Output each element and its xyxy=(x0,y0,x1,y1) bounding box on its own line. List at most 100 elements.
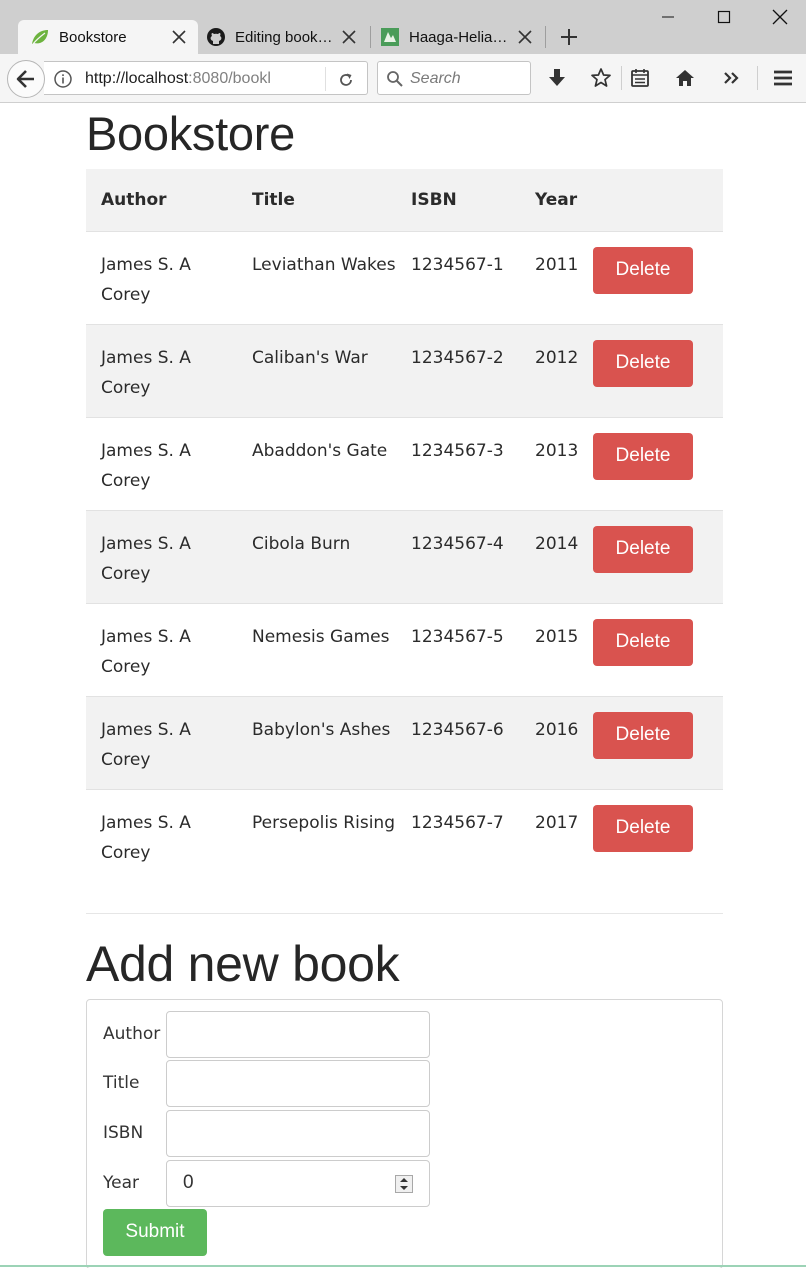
delete-button[interactable]: Delete xyxy=(593,711,693,759)
close-tab-icon[interactable] xyxy=(338,26,360,48)
back-button[interactable] xyxy=(7,60,45,98)
title-input[interactable] xyxy=(166,1059,430,1107)
cell-year: 2015 xyxy=(520,602,593,696)
cell-year: 2017 xyxy=(520,788,593,882)
home-icon xyxy=(676,70,694,86)
year-input[interactable] xyxy=(166,1159,430,1207)
cell-year: 2011 xyxy=(520,230,593,324)
download-icon xyxy=(549,69,565,86)
stepper-down-icon[interactable] xyxy=(400,1185,408,1190)
cell-isbn: 1234567-4 xyxy=(396,509,520,603)
table-row: James S. A Corey Abaddon's Gate 1234567-… xyxy=(86,416,723,510)
author-label: Author xyxy=(103,1023,161,1044)
add-book-heading: Add new book xyxy=(86,935,400,992)
close-icon xyxy=(772,9,788,25)
tab-strip: Bookstore Editing book… Haaga-Helia… xyxy=(0,0,806,54)
year-label: Year xyxy=(103,1172,139,1193)
tab-label: Bookstore xyxy=(59,28,127,46)
search-bar[interactable] xyxy=(377,61,531,95)
info-icon[interactable] xyxy=(53,69,73,89)
books-table: Author Title ISBN Year James S. A Corey … xyxy=(86,169,723,882)
maximize-button[interactable] xyxy=(709,4,739,30)
cell-title: Caliban's War xyxy=(237,323,396,417)
search-icon xyxy=(387,71,403,87)
bookmark-star-button[interactable] xyxy=(589,66,613,90)
cell-title: Babylon's Ashes xyxy=(237,695,396,789)
bookmarks-menu-button[interactable] xyxy=(628,66,652,90)
cell-author: James S. A Corey xyxy=(86,509,237,603)
window-close-button[interactable] xyxy=(765,4,795,30)
cell-action: Delete xyxy=(593,509,723,603)
title-label: Title xyxy=(103,1072,140,1093)
table-row: James S. A Corey Leviathan Wakes 1234567… xyxy=(86,230,723,324)
delete-button[interactable]: Delete xyxy=(593,804,693,852)
search-input[interactable] xyxy=(410,68,526,90)
delete-button[interactable]: Delete xyxy=(593,339,693,387)
cell-title: Cibola Burn xyxy=(237,509,396,603)
year-stepper[interactable] xyxy=(395,1174,413,1193)
cell-action: Delete xyxy=(593,695,723,789)
new-tab-button[interactable] xyxy=(556,24,582,50)
cell-title: Nemesis Games xyxy=(237,602,396,696)
delete-button[interactable]: Delete xyxy=(593,618,693,666)
home-button[interactable] xyxy=(673,66,697,90)
menu-button[interactable] xyxy=(771,66,795,90)
url-divider xyxy=(325,67,326,91)
reload-icon[interactable] xyxy=(336,70,356,90)
form-row-title: Title xyxy=(103,1059,433,1107)
back-arrow-icon xyxy=(16,70,34,88)
table-row: James S. A Corey Cibola Burn 1234567-4 2… xyxy=(86,509,723,603)
cell-isbn: 1234567-5 xyxy=(396,602,520,696)
tab-label: Editing book… xyxy=(235,28,333,46)
toolbar-divider xyxy=(757,66,758,90)
column-header-isbn: ISBN xyxy=(396,169,520,231)
page-title: Bookstore xyxy=(86,107,295,160)
toolbar-divider xyxy=(621,66,622,90)
submit-button[interactable]: Submit xyxy=(103,1208,207,1256)
tab-bookstore[interactable]: Bookstore xyxy=(18,20,198,54)
overflow-button[interactable] xyxy=(720,66,744,90)
tab-label: Haaga-Helia… xyxy=(409,28,508,46)
cell-author: James S. A Corey xyxy=(86,695,237,789)
tab-haaga-helia[interactable]: Haaga-Helia… xyxy=(374,20,544,54)
cell-year: 2014 xyxy=(520,509,593,603)
double-chevron-icon xyxy=(724,72,739,84)
cell-author: James S. A Corey xyxy=(86,230,237,324)
isbn-label: ISBN xyxy=(103,1122,144,1143)
cell-action: Delete xyxy=(593,230,723,324)
minimize-icon xyxy=(662,16,674,18)
isbn-input[interactable] xyxy=(166,1109,430,1157)
delete-button[interactable]: Delete xyxy=(593,432,693,480)
form-row-submit: Submit xyxy=(103,1208,207,1256)
cell-action: Delete xyxy=(593,788,723,882)
address-bar[interactable]: http://localhost:8080/bookl xyxy=(44,61,368,95)
cell-year: 2013 xyxy=(520,416,593,510)
author-input[interactable] xyxy=(166,1010,430,1058)
column-header-title: Title xyxy=(237,169,396,231)
minimize-button[interactable] xyxy=(653,4,683,30)
cell-action: Delete xyxy=(593,323,723,417)
cell-action: Delete xyxy=(593,602,723,696)
table-row: James S. A Corey Persepolis Rising 12345… xyxy=(86,788,723,882)
downloads-button[interactable] xyxy=(545,66,569,90)
close-tab-icon[interactable] xyxy=(168,26,190,48)
close-tab-icon[interactable] xyxy=(514,26,536,48)
tab-divider xyxy=(545,26,546,48)
stepper-up-icon[interactable] xyxy=(400,1177,408,1182)
tab-editing-book[interactable]: Editing book… xyxy=(200,20,368,54)
table-header-row: Author Title ISBN Year xyxy=(86,169,723,231)
url-text[interactable]: http://localhost:8080/bookl xyxy=(85,70,325,88)
cell-isbn: 1234567-7 xyxy=(396,788,520,882)
cell-isbn: 1234567-6 xyxy=(396,695,520,789)
cell-action: Delete xyxy=(593,416,723,510)
cell-isbn: 1234567-1 xyxy=(396,230,520,324)
tab-divider xyxy=(370,26,371,48)
plus-icon xyxy=(561,29,577,45)
delete-button[interactable]: Delete xyxy=(593,525,693,573)
cell-author: James S. A Corey xyxy=(86,323,237,417)
delete-button[interactable]: Delete xyxy=(593,246,693,294)
table-row: James S. A Corey Nemesis Games 1234567-5… xyxy=(86,602,723,696)
star-icon xyxy=(591,68,611,87)
form-row-isbn: ISBN xyxy=(103,1109,433,1157)
column-header-author: Author xyxy=(86,169,237,231)
